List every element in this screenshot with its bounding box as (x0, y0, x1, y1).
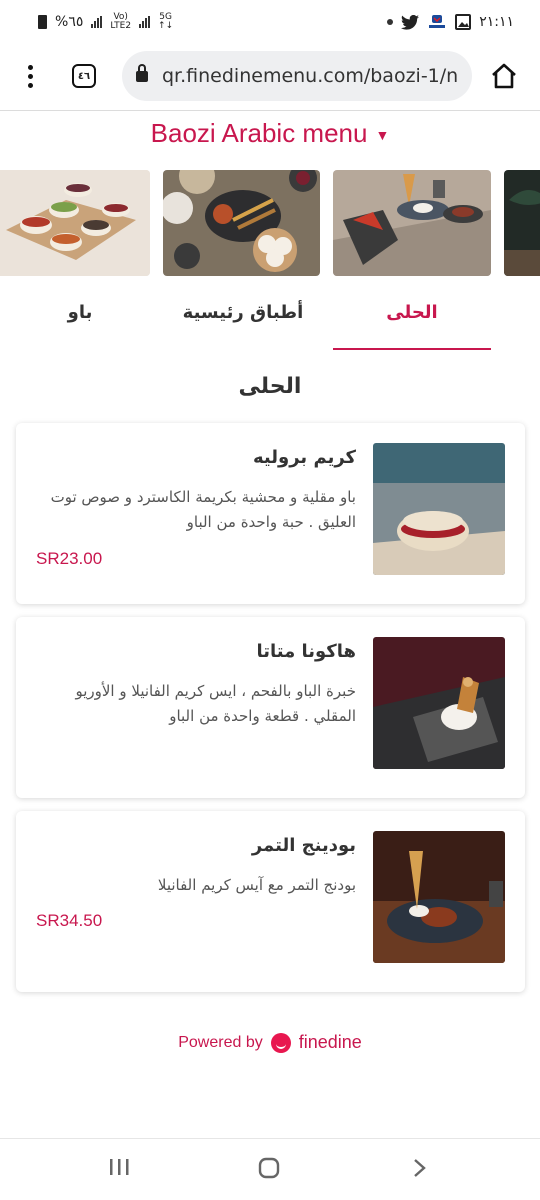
menu-selector[interactable]: Baozi Arabic menu ▼ (0, 118, 540, 149)
powered-by[interactable]: Powered by finedine (0, 1032, 540, 1053)
finedine-logo-icon (270, 1032, 291, 1053)
gallery-image-desserts[interactable] (333, 170, 491, 276)
item-description: باو مقلية و محشية بكريمة الكاسترد و صوص … (50, 488, 356, 531)
clock: ٢١:١١ (479, 14, 514, 30)
battery-icon (38, 15, 47, 29)
url-text: qr.finedinemenu.com/baozi-1/n (162, 65, 458, 87)
chevron-down-icon: ▼ (375, 127, 390, 144)
data-indicator: 5G ↑↓ (158, 12, 174, 31)
back-chevron-icon[interactable] (412, 1157, 428, 1179)
item-price: SR23.00 (36, 549, 103, 568)
tab-count: ٤٦ (77, 70, 91, 82)
item-price: SR34.50 (36, 911, 103, 930)
tab-bao[interactable]: باو (40, 290, 120, 350)
item-name: كريم بروليه (253, 447, 356, 468)
notification-dot-icon (387, 19, 394, 25)
network-type: Vo) LTE2 (110, 12, 132, 31)
tab-switcher-button[interactable]: ٤٦ (72, 64, 96, 88)
item-name: بودينج التمر (251, 835, 356, 856)
system-navigation-bar (0, 1138, 540, 1200)
category-tabs: الحلى أطباق رئيسية باو (0, 290, 540, 350)
menu-item-card[interactable]: كريم بروليه باو مقلية و محشية بكريمة الك… (16, 423, 525, 604)
browser-toolbar: ٤٦ qr.finedinemenu.com/baozi-1/n (0, 44, 540, 108)
signal-icon (139, 16, 151, 28)
section-title: الحلى (238, 374, 302, 399)
item-description: خبرة الباو بالفحم ، ايس كريم الفانيلا و … (75, 682, 356, 725)
address-bar[interactable]: qr.finedinemenu.com/baozi-1/n (122, 51, 472, 101)
menu-item-card[interactable]: بودينج التمر بودنج التمر مع آيس كريم الف… (16, 811, 525, 992)
item-name: هاكونا متاتا (256, 641, 356, 662)
brand-name: finedine (298, 1032, 362, 1052)
signal-icon (91, 16, 103, 28)
gallery-image-interior[interactable] (504, 170, 540, 276)
powered-by-label: Powered by (178, 1033, 263, 1051)
gallery-image-bao-sliders[interactable] (0, 170, 150, 276)
overflow-menu-icon[interactable] (18, 64, 42, 88)
lock-icon (136, 63, 148, 82)
home-nav-icon[interactable] (258, 1157, 280, 1179)
home-icon[interactable] (490, 62, 518, 90)
gallery-image-main-dishes[interactable] (163, 170, 320, 276)
tab-desserts[interactable]: الحلى (333, 290, 491, 350)
recent-apps-icon[interactable] (108, 1157, 130, 1177)
battery-percent: %٦٥ (55, 14, 84, 30)
carrefour-icon (429, 15, 446, 28)
tab-main-dishes[interactable]: أطباق رئيسية (180, 290, 306, 350)
menu-title: Baozi Arabic menu (150, 118, 368, 148)
item-description: بودنج التمر مع آيس كريم الفانيلا (157, 876, 356, 894)
item-image (373, 637, 505, 769)
item-image (373, 443, 505, 575)
photo-gallery[interactable] (0, 170, 540, 276)
menu-item-card[interactable]: هاكونا متاتا خبرة الباو بالفحم ، ايس كري… (16, 617, 525, 798)
gallery-icon (455, 14, 472, 30)
toolbar-divider (0, 110, 540, 111)
twitter-icon (401, 14, 420, 30)
item-image (373, 831, 505, 963)
status-bar: %٦٥ Vo) LTE2 5G ↑↓ ٢١:١١ (0, 0, 540, 44)
